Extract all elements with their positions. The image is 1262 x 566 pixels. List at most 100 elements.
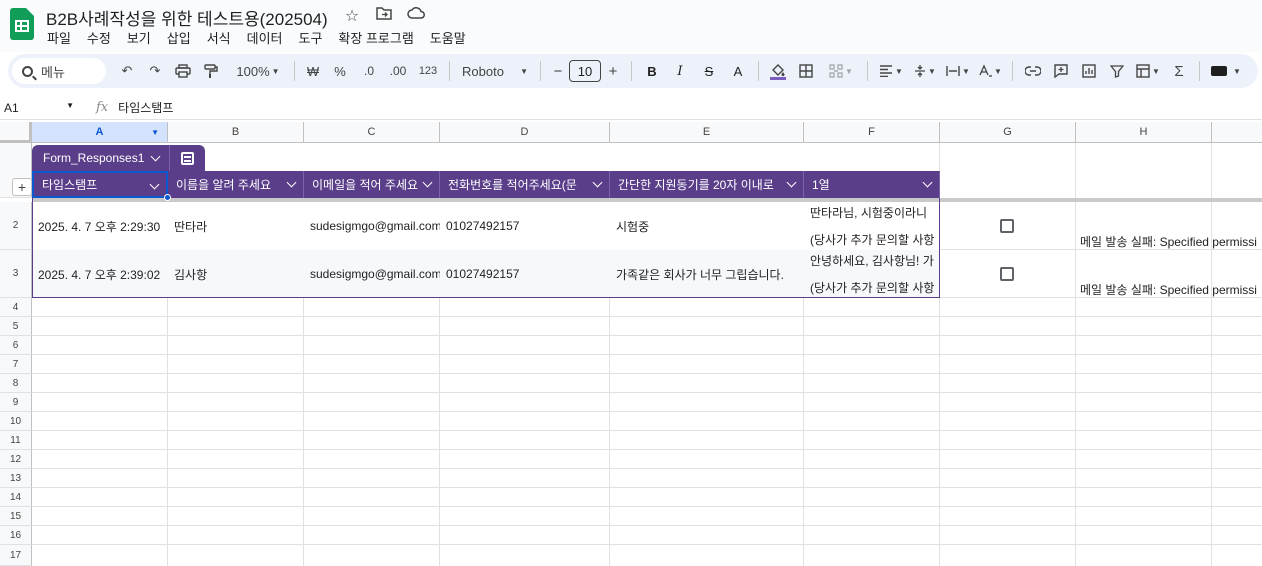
percent-format-button[interactable]: % [325, 58, 355, 84]
row-header-13[interactable]: 13 [0, 469, 32, 488]
cell-timestamp[interactable]: 2025. 4. 7 오후 2:39:02 [32, 250, 168, 298]
input-tools-button[interactable]: ▼ [1206, 58, 1246, 84]
table-name-tab[interactable]: Form_Responses1 [32, 145, 206, 171]
cell-phone[interactable]: 01027492157 [440, 250, 610, 298]
redo-icon[interactable]: ↷ [142, 58, 168, 84]
cell-mail-status[interactable]: 메일 발송 실패: Specified permissi [1076, 280, 1262, 298]
table-header-motive[interactable]: 간단한 지원동기를 20자 이내로 [610, 171, 804, 198]
cell-phone[interactable]: 01027492157 [440, 202, 610, 250]
borders-icon[interactable] [791, 58, 821, 84]
cell-mail-status[interactable]: 메일 발송 실패: Specified permissi [1076, 232, 1262, 250]
increase-font-size-button[interactable]: + [601, 58, 625, 84]
strikethrough-button[interactable]: S [694, 58, 724, 84]
cell-name[interactable]: 딴타라 [168, 202, 304, 250]
move-folder-icon[interactable] [374, 6, 394, 26]
row-header-5[interactable]: 5 [0, 317, 32, 336]
menu-edit[interactable]: 수정 [87, 28, 111, 47]
text-wrapping-icon[interactable]: ▼ [942, 58, 974, 84]
column-header-d[interactable]: D [440, 122, 610, 143]
chevron-down-icon[interactable] [922, 177, 933, 189]
vertical-align-icon[interactable]: ▼ [908, 58, 942, 84]
decrease-font-size-button[interactable]: − [547, 58, 569, 84]
menu-data[interactable]: 데이터 [247, 28, 283, 47]
menu-file[interactable]: 파일 [47, 28, 71, 47]
more-formats-button[interactable]: 123 [413, 58, 443, 84]
chevron-down-icon[interactable] [286, 177, 297, 189]
checkbox[interactable] [1000, 267, 1014, 281]
text-rotation-icon[interactable]: ▼ [974, 58, 1006, 84]
row-header-4[interactable]: 4 [0, 298, 32, 317]
column-header-a[interactable]: A ▼ [32, 122, 168, 143]
insert-chart-icon[interactable] [1075, 58, 1103, 84]
insert-link-icon[interactable] [1019, 58, 1047, 84]
undo-icon[interactable]: ↶ [112, 58, 142, 84]
column-header-f[interactable]: F [804, 122, 940, 143]
decrease-decimal-button[interactable]: .0 [355, 58, 383, 84]
filter-icon[interactable] [1103, 58, 1131, 84]
italic-button[interactable]: I [666, 58, 694, 84]
cloud-status-icon[interactable] [406, 6, 426, 26]
zoom-select[interactable]: 100% ▼ [228, 58, 288, 84]
table-name-dropdown[interactable]: Form_Responses1 [32, 151, 169, 165]
print-icon[interactable] [168, 58, 198, 84]
row-header-17[interactable]: 17 [0, 545, 32, 566]
cell-motive[interactable]: 가족같은 회사가 너무 그립습니다. [610, 250, 804, 298]
column-header-e[interactable]: E [610, 122, 804, 143]
column-header-g[interactable]: G [940, 122, 1076, 143]
horizontal-align-icon[interactable]: ▼ [874, 58, 908, 84]
chevron-down-icon[interactable]: ▼ [151, 128, 159, 137]
font-size-input[interactable]: 10 [569, 60, 601, 82]
table-header-col1[interactable]: 1열 [804, 171, 940, 198]
cell-email[interactable]: sudesigmgo@gmail.com [304, 202, 440, 250]
row-header-11[interactable]: 11 [0, 431, 32, 450]
row-header-10[interactable]: 10 [0, 412, 32, 431]
row-header-14[interactable]: 14 [0, 488, 32, 507]
menu-view[interactable]: 보기 [127, 28, 151, 47]
table-header-name[interactable]: 이름을 알려 주세요 [168, 171, 304, 198]
menu-search[interactable]: 메뉴 [12, 58, 106, 84]
bold-button[interactable]: B [638, 58, 666, 84]
chevron-down-icon[interactable] [786, 177, 797, 189]
cell-col1[interactable]: 안녕하세요, 김사항님! 가 (당사가 추가 문의할 사항 [804, 250, 940, 298]
cell-email[interactable]: sudesigmgo@gmail.com [304, 250, 440, 298]
table-view-button[interactable] [169, 145, 205, 171]
column-header-b[interactable]: B [168, 122, 304, 143]
table-header-timestamp[interactable]: 타임스탬프 [32, 171, 168, 198]
menu-help[interactable]: 도움말 [430, 28, 466, 47]
fill-color-icon[interactable] [765, 58, 791, 84]
cell-timestamp[interactable]: 2025. 4. 7 오후 2:29:30 [32, 202, 168, 250]
insert-comment-icon[interactable] [1047, 58, 1075, 84]
increase-decimal-button[interactable]: .00 [383, 58, 413, 84]
add-column-button[interactable]: + [12, 178, 32, 196]
chevron-down-icon[interactable] [422, 177, 433, 189]
currency-format-button[interactable]: ₩ [301, 58, 325, 84]
column-header-i[interactable] [1212, 122, 1262, 143]
row-header-2[interactable]: 2 [0, 202, 32, 250]
cell-motive[interactable]: 시험중 [610, 202, 804, 250]
text-color-button[interactable]: A [724, 58, 752, 84]
column-header-c[interactable]: C [304, 122, 440, 143]
row-header-16[interactable]: 16 [0, 526, 32, 545]
menu-tools[interactable]: 도구 [299, 28, 323, 47]
formula-input[interactable]: 타임스탬프 [118, 99, 173, 116]
row-header-3[interactable]: 3 [0, 250, 32, 298]
row-header-12[interactable]: 12 [0, 450, 32, 469]
name-box[interactable]: A1 ▼ [0, 101, 80, 115]
merge-cells-icon[interactable]: ▼ [821, 58, 861, 84]
menu-insert[interactable]: 삽입 [167, 28, 191, 47]
chevron-down-icon[interactable] [592, 177, 603, 189]
paint-format-icon[interactable] [198, 58, 224, 84]
menu-format[interactable]: 서식 [207, 28, 231, 47]
row-header-9[interactable]: 9 [0, 393, 32, 412]
table-header-phone[interactable]: 전화번호를 적어주세요(문 [440, 171, 610, 198]
column-header-h[interactable]: H [1076, 122, 1212, 143]
row-header-15[interactable]: 15 [0, 507, 32, 526]
menu-extensions[interactable]: 확장 프로그램 [338, 28, 413, 47]
sheets-logo-icon[interactable] [10, 8, 34, 40]
font-family-select[interactable]: Roboto ▼ [456, 58, 534, 84]
star-icon[interactable]: ☆ [342, 6, 362, 26]
row-header-7[interactable]: 7 [0, 355, 32, 374]
select-all-corner[interactable] [0, 122, 32, 143]
chevron-down-icon[interactable] [149, 179, 160, 191]
document-title[interactable]: B2B사례작성을 위한 테스트용(202504) [46, 5, 328, 30]
